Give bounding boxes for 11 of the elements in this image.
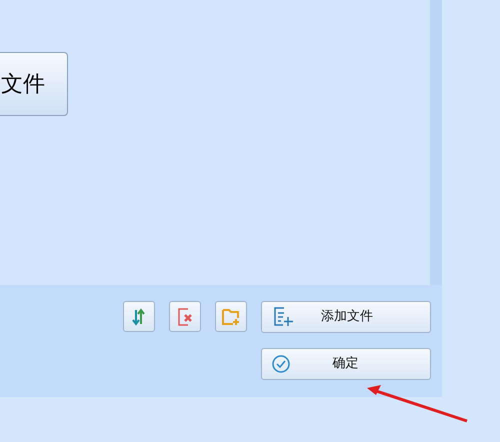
add-file-button[interactable]: 添加文件 [261,301,431,333]
delete-file-icon [176,306,194,326]
folder-plus-icon [221,308,241,326]
add-folder-button[interactable] [215,301,247,332]
sort-arrows-icon [131,308,147,326]
file-button[interactable]: 文件 [0,52,68,116]
file-plus-icon [272,307,294,327]
check-circle-icon [271,354,291,374]
confirm-button[interactable]: 确定 [261,348,431,380]
delete-file-button[interactable] [169,301,201,332]
sort-button[interactable] [123,301,155,332]
